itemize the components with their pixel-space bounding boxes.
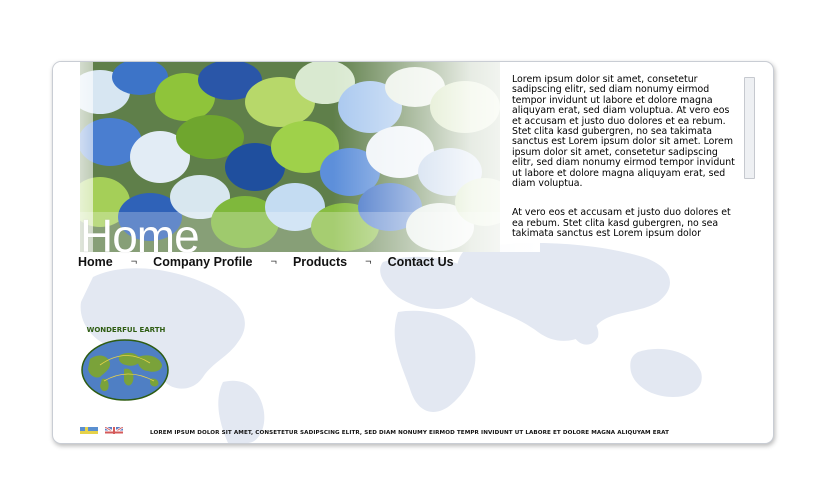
- page-card: Home Home ¬ Company Profile ¬ Products ¬…: [52, 61, 774, 444]
- nav-separator: ¬: [270, 256, 277, 268]
- wonderful-earth-logo: WONDERFUL EARTH: [78, 326, 174, 402]
- nav-separator: ¬: [130, 256, 138, 268]
- content-paragraph: Lorem ipsum dolor sit amet, consetetur s…: [512, 75, 735, 190]
- nav-item-products[interactable]: Products: [293, 255, 347, 269]
- footer-text: LOREM IPSUM DOLOR SIT AMET, CONSETETUR S…: [150, 430, 670, 436]
- globe-icon: [81, 339, 169, 401]
- nav-item-home[interactable]: Home: [78, 255, 113, 269]
- nav-separator: ¬: [365, 256, 372, 268]
- content-scrollbar[interactable]: [744, 77, 755, 179]
- content-paragraph: At vero eos et accusam et justo duo dolo…: [512, 207, 731, 240]
- logo-text: WONDERFUL EARTH: [86, 326, 166, 334]
- uk-flag-icon[interactable]: [105, 423, 123, 434]
- content-text-area[interactable]: Lorem ipsum dolor sit amet, consetetur s…: [512, 75, 738, 251]
- page-title: Home: [80, 210, 200, 262]
- sweden-flag-icon[interactable]: [80, 423, 98, 434]
- language-flags: [80, 423, 123, 434]
- main-nav: Home ¬ Company Profile ¬ Products ¬ Cont…: [78, 255, 454, 269]
- nav-item-contact-us[interactable]: Contact Us: [388, 255, 454, 269]
- nav-item-company-profile[interactable]: Company Profile: [153, 255, 252, 269]
